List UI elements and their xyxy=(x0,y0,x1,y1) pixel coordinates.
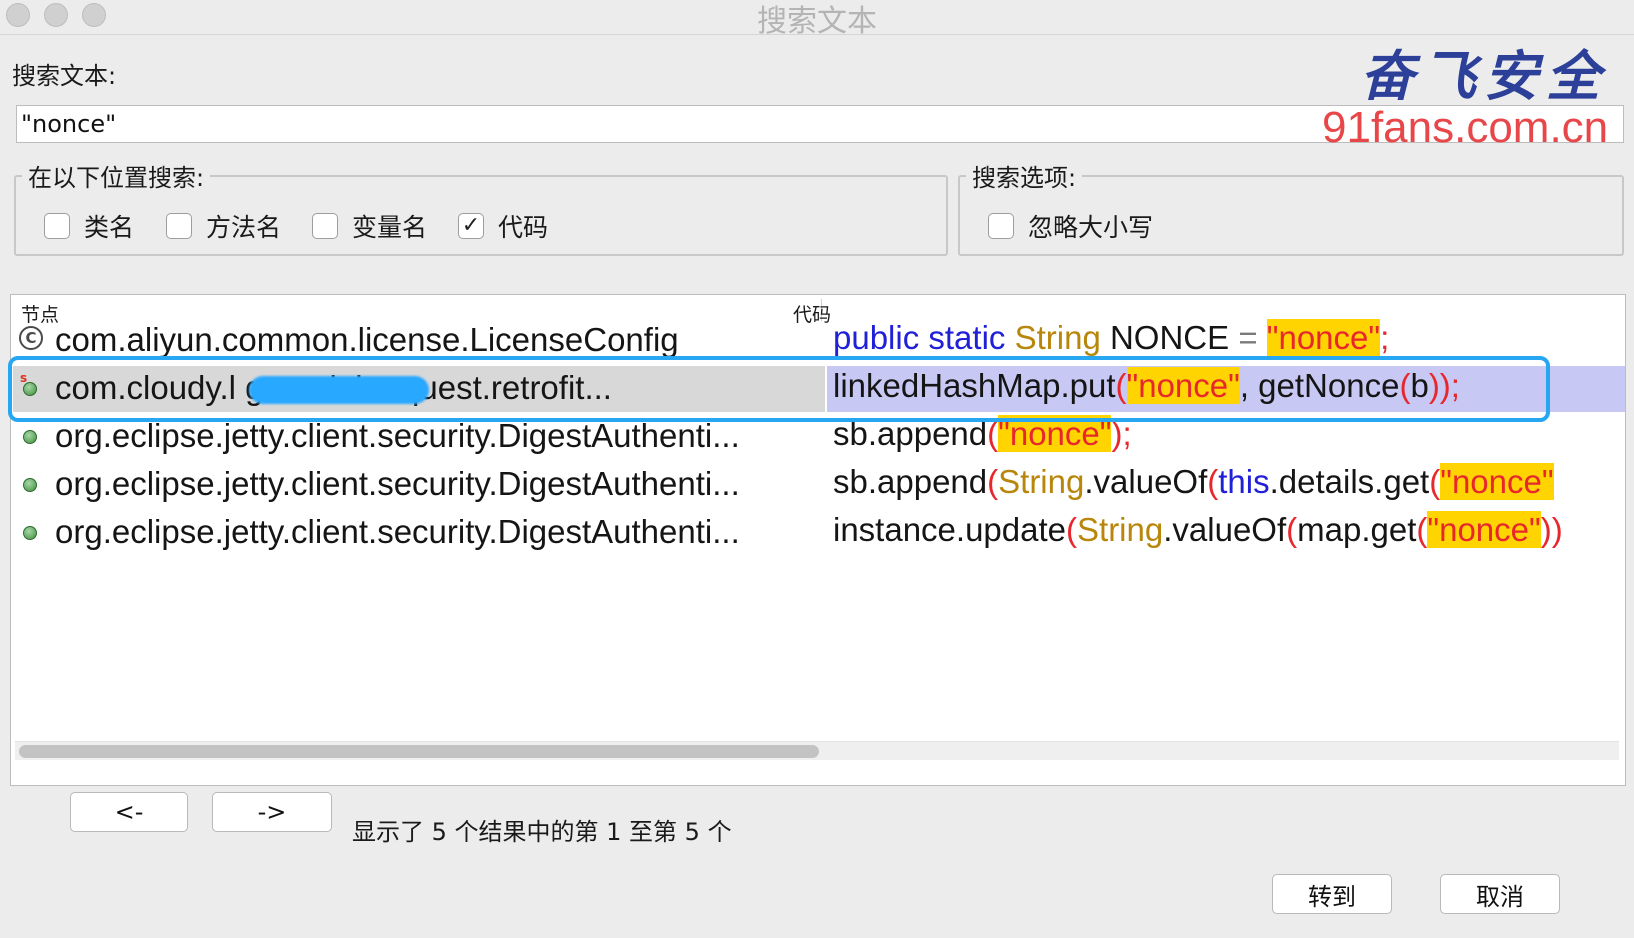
check-mark-icon: ✓ xyxy=(461,213,481,238)
code-token: ( xyxy=(987,463,999,500)
code-token: "nonce" xyxy=(1427,511,1541,548)
code-token: "nonce" xyxy=(1440,463,1554,500)
code-cell[interactable]: instance.update(String.valueOf(map.get("… xyxy=(827,510,1625,556)
checkbox-variable-name[interactable]: 变量名 xyxy=(312,208,427,244)
code-token: this xyxy=(1218,463,1270,500)
node-text: com.aliyun.common.license.LicenseConfig xyxy=(55,321,679,358)
code-token: )) xyxy=(1540,511,1563,548)
checkbox-box[interactable]: ✓ xyxy=(458,213,484,239)
title-bar: 搜索文本 xyxy=(0,0,1634,39)
code-token: = xyxy=(1238,319,1267,356)
next-page-button[interactable]: -> xyxy=(212,792,332,832)
checkbox-ignore-case[interactable]: 忽略大小写 xyxy=(988,208,1153,244)
code-token: ; xyxy=(1380,319,1390,356)
checkbox-method-name[interactable]: 方法名 xyxy=(166,208,281,244)
search-label: 搜索文本: xyxy=(12,62,117,90)
code-token: .details.get xyxy=(1269,463,1430,500)
code-token: String xyxy=(1014,319,1110,356)
code-token: String xyxy=(1077,511,1164,548)
code-token: NONCE xyxy=(1109,319,1239,356)
node-text: org.eclipse.jetty.client.security.Digest… xyxy=(55,465,740,502)
callout-highlight xyxy=(8,356,1550,422)
code-token: ( xyxy=(1066,511,1078,548)
checkbox-label: 变量名 xyxy=(352,213,428,242)
checkbox-box[interactable] xyxy=(312,213,338,239)
checkbox-box[interactable] xyxy=(166,213,192,239)
table-row[interactable]: org.eclipse.jetty.client.security.Digest… xyxy=(11,461,1625,509)
table-row[interactable]: org.eclipse.jetty.client.security.Digest… xyxy=(11,509,1625,557)
code-cell[interactable]: sb.append(String.valueOf(this.details.ge… xyxy=(827,462,1625,508)
checkbox-label: 代码 xyxy=(498,213,549,242)
node-cell[interactable]: org.eclipse.jetty.client.security.Digest… xyxy=(13,462,825,508)
class-icon: C xyxy=(19,326,43,350)
code-token: .valueOf xyxy=(1163,511,1287,548)
code-token: public static xyxy=(833,319,1015,356)
checkbox-box[interactable] xyxy=(988,213,1014,239)
code-token: .valueOf xyxy=(1084,463,1208,500)
node-cell[interactable]: org.eclipse.jetty.client.security.Digest… xyxy=(13,510,825,556)
code-token: ( xyxy=(1416,511,1428,548)
code-text: instance.update(String.valueOf(map.get("… xyxy=(833,511,1563,549)
code-token: ( xyxy=(1429,463,1441,500)
node-text: org.eclipse.jetty.client.security.Digest… xyxy=(55,417,740,454)
checkbox-label: 忽略大小写 xyxy=(1028,213,1154,242)
results-status: 显示了 5 个结果中的第 1 至第 5 个 xyxy=(352,818,732,846)
method-icon xyxy=(23,430,37,444)
checkbox-label: 方法名 xyxy=(206,213,282,242)
watermark-brand: 奋飞安全 xyxy=(1360,44,1608,108)
code-token: String xyxy=(998,463,1085,500)
checkbox-box[interactable] xyxy=(44,213,70,239)
cancel-button[interactable]: 取消 xyxy=(1440,874,1560,914)
code-text: sb.append(String.valueOf(this.details.ge… xyxy=(833,463,1554,501)
code-token: map.get xyxy=(1297,511,1417,548)
code-token: ( xyxy=(1286,511,1298,548)
code-text: public static String NONCE = "nonce"; xyxy=(833,319,1389,357)
code-token: "nonce" xyxy=(1266,319,1381,356)
previous-page-button[interactable]: <- xyxy=(70,792,188,832)
checkbox-class-name[interactable]: 类名 xyxy=(44,208,134,244)
watermark-url: 91fans.com.cn xyxy=(1322,103,1609,152)
code-token: sb.append xyxy=(833,463,988,500)
search-location-legend: 在以下位置搜索: xyxy=(28,164,205,192)
horizontal-scrollbar[interactable] xyxy=(15,741,1619,760)
search-options-legend: 搜索选项: xyxy=(972,164,1077,192)
code-token: instance.update xyxy=(833,511,1067,548)
checkbox-label: 类名 xyxy=(84,213,135,242)
scrollbar-thumb[interactable] xyxy=(19,745,819,758)
goto-button[interactable]: 转到 xyxy=(1272,874,1392,914)
node-text: org.eclipse.jetty.client.security.Digest… xyxy=(55,513,740,550)
method-icon xyxy=(23,478,37,492)
method-icon xyxy=(23,526,37,540)
code-token: ( xyxy=(1207,463,1219,500)
checkbox-code[interactable]: ✓ 代码 xyxy=(458,208,548,244)
